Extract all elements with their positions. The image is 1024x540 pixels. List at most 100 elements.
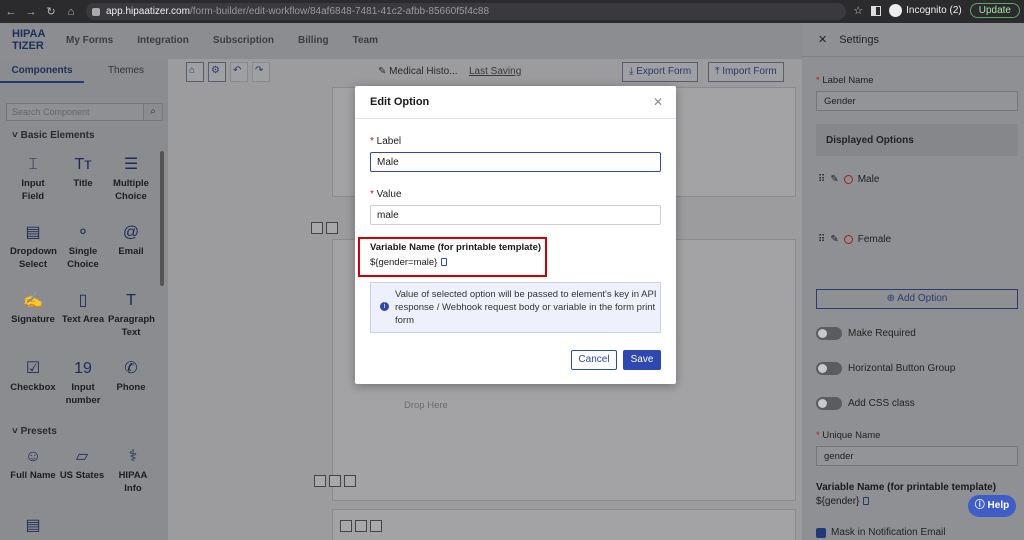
nav-team[interactable]: Team (353, 35, 378, 46)
component-checkbox[interactable]: ☑ Checkbox (10, 357, 56, 394)
copy-icon[interactable] (863, 497, 870, 505)
form-section-block[interactable] (332, 509, 796, 540)
form-name[interactable]: ✎ Medical Histo... (378, 66, 458, 77)
component-single-choice[interactable]: ⚬ Single Choice (60, 221, 106, 271)
variable-name-heading: Variable Name (for printable template) (816, 482, 997, 493)
form-name-text: Medical Histo... (389, 66, 458, 77)
copy-icon[interactable] (441, 258, 448, 266)
component-paragraph-text[interactable]: T Paragraph Text (108, 289, 155, 339)
undo-button[interactable]: ↶ (230, 62, 248, 82)
home-icon[interactable]: ⌂ (62, 6, 80, 18)
option-row-female[interactable]: ⠿ ✎ Female (818, 234, 891, 245)
nav-integration[interactable]: Integration (137, 35, 189, 46)
component-input-field[interactable]: ⌶ Input Field (10, 153, 56, 203)
component-text-area[interactable]: ▯ Text Area (60, 289, 106, 326)
address-bar[interactable]: app.hipaatizer.com /form-builder/edit-wo… (86, 3, 846, 20)
mask-email-row: Mask in Notification Email (816, 527, 945, 538)
label-name-input[interactable]: Gender (816, 91, 1018, 111)
component-signature[interactable]: ✍ Signature (10, 289, 56, 326)
copy-icon[interactable] (311, 222, 323, 234)
component-phone[interactable]: ✆ Phone (108, 357, 154, 394)
back-icon[interactable]: ← (2, 6, 20, 18)
help-button[interactable]: ⓘ Help (968, 495, 1016, 517)
option-row-male[interactable]: ⠿ ✎ Male (818, 174, 879, 185)
import-form-button[interactable]: ⤒ Import Form (708, 62, 784, 82)
presets-heading[interactable]: ˅ Presets (12, 426, 57, 437)
number-icon: 19 (74, 360, 92, 377)
settings-canvas-button[interactable]: ⚙ (208, 62, 226, 82)
unique-name-text: Unique Name (822, 430, 881, 441)
reload-icon[interactable]: ↻ (42, 5, 60, 18)
add-css-toggle[interactable] (816, 397, 842, 410)
home-canvas-button[interactable]: ⌂ (186, 62, 204, 82)
close-icon[interactable]: ✕ (653, 95, 663, 109)
update-button[interactable]: Update (969, 3, 1020, 18)
label-name-label: * Label Name (816, 75, 874, 86)
horizontal-group-toggle[interactable] (816, 362, 842, 375)
nav-my-forms[interactable]: My Forms (66, 35, 113, 46)
copy-icon[interactable] (355, 520, 367, 532)
title-icon: Tт (74, 156, 92, 173)
logo-line-2: TIZER (12, 40, 44, 52)
forward-icon[interactable]: → (22, 6, 40, 18)
redo-button[interactable]: ↷ (252, 62, 270, 82)
component-search-input[interactable]: Search Component (6, 103, 144, 121)
component-multiple-choice[interactable]: ☰ Multiple Choice (108, 153, 154, 203)
label-name-text: Label Name (822, 75, 874, 86)
edit-icon[interactable]: ✎ (830, 234, 838, 245)
make-required-toggle[interactable] (816, 327, 842, 340)
horizontal-group-label: Horizontal Button Group (848, 363, 956, 374)
search-icon[interactable]: ⌕ (143, 103, 163, 121)
profile-button[interactable]: Incognito (2) (889, 4, 962, 17)
mask-email-checkbox[interactable] (816, 527, 826, 538)
component-title[interactable]: Tт Title (60, 153, 106, 190)
expand-icon[interactable] (344, 475, 356, 487)
nav-subscription[interactable]: Subscription (213, 35, 274, 46)
incognito-icon (889, 4, 903, 17)
preset-more[interactable]: ▤ (10, 514, 56, 538)
value-input[interactable]: male (370, 205, 661, 225)
unique-name-input[interactable]: gender (816, 446, 1018, 466)
home-icon: ⌂ (189, 65, 196, 76)
nav-billing[interactable]: Billing (298, 35, 329, 46)
delete-icon[interactable] (370, 520, 382, 532)
label-input[interactable]: Male (370, 152, 661, 172)
left-panel-scrollbar[interactable] (160, 151, 164, 286)
logo-line-1: HIPAA (12, 28, 46, 40)
tab-components[interactable]: Components (0, 59, 84, 83)
component-label: Title (73, 178, 93, 189)
edit-icon[interactable] (340, 520, 352, 532)
last-saving-link[interactable]: Last Saving (469, 66, 521, 77)
close-icon[interactable]: ✕ (818, 33, 827, 46)
component-email[interactable]: @ Email (108, 221, 154, 258)
export-form-button[interactable]: ⤓ Export Form (622, 62, 699, 82)
logo[interactable]: HIPAA TIZER (12, 28, 45, 52)
drag-handle-icon[interactable]: ⠿ (818, 234, 825, 245)
signature-icon: ✍ (23, 292, 43, 309)
drag-handle-icon[interactable]: ⠿ (818, 174, 825, 185)
basic-elements-heading[interactable]: ˅ Basic Elements (12, 130, 95, 141)
remove-icon[interactable] (843, 175, 853, 184)
bookmark-star-icon[interactable]: ☆ (853, 4, 863, 17)
cancel-button[interactable]: Cancel (571, 350, 617, 370)
horizontal-group-row: Horizontal Button Group (816, 362, 955, 375)
edit-icon[interactable]: ✎ (830, 174, 838, 185)
component-dropdown-select[interactable]: ▤ Dropdown Select (10, 221, 57, 271)
delete-icon[interactable] (326, 222, 338, 234)
copy-icon[interactable] (314, 475, 326, 487)
help-label: Help (987, 500, 1010, 511)
delete-icon[interactable] (329, 475, 341, 487)
preset-us-states[interactable]: ▱ US States (54, 445, 110, 482)
preset-label: HIPAA Info (118, 470, 148, 494)
preset-full-name[interactable]: ☺ Full Name (10, 445, 56, 482)
component-input-number[interactable]: 19 Input number (60, 357, 106, 407)
add-option-button[interactable]: ⊕ Add Option (816, 289, 1018, 309)
remove-icon[interactable] (843, 235, 853, 244)
component-label: Phone (116, 382, 146, 393)
settings-panel: ✕ Settings * Label Name Gender Displayed… (802, 23, 1024, 540)
value-field-label: * Value (370, 189, 402, 200)
preset-hipaa-info[interactable]: ⚕ HIPAA Info (110, 445, 156, 495)
save-button[interactable]: Save (623, 350, 661, 370)
side-panel-icon[interactable] (871, 5, 882, 16)
tab-themes[interactable]: Themes (84, 59, 168, 83)
